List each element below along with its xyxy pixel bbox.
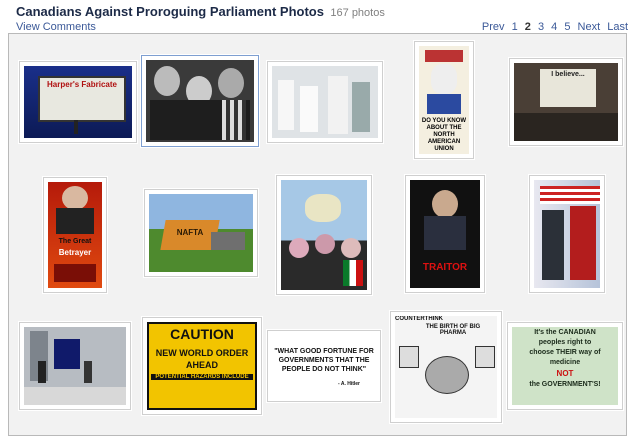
- next-link[interactable]: Next: [578, 21, 601, 33]
- sign-line-2: peoples right to: [538, 339, 592, 346]
- caution-title: CAUTION: [170, 326, 234, 342]
- sign-line-3: choose THEIR way of: [529, 349, 601, 356]
- poster-text: TRAITOR: [422, 262, 468, 273]
- pagination: Prev 1 2 3 4 5 Next Last: [478, 21, 628, 35]
- caution-line-4: POTENTIAL HAZARDS INCLUDE: [151, 374, 253, 380]
- caution-line-2: NEW WORLD ORDER: [155, 348, 249, 358]
- poster-line-2: Betrayer: [58, 248, 92, 257]
- poster-line-1: The Great: [58, 238, 92, 245]
- sign-line-6: the GOVERNMENT'S!: [529, 381, 601, 388]
- photo-thumbnail-4[interactable]: DO YOU KNOW ABOUT THE NORTH AMERICAN UNI…: [414, 41, 474, 159]
- quote-text: "WHAT GOOD FORTUNE FOR GOVERNMENTS THAT …: [274, 348, 374, 373]
- comic-title: THE BIRTH OF BIG PHARMA: [425, 324, 481, 336]
- last-link[interactable]: Last: [607, 21, 628, 33]
- photo-thumbnail-6[interactable]: The Great Betrayer: [43, 177, 107, 293]
- page-link-1[interactable]: 1: [512, 21, 518, 33]
- billboard-text: Harper's Fabricate: [47, 80, 117, 89]
- sign-text: I believe...: [551, 71, 585, 78]
- sign-line-1: It's the CANADIAN: [534, 329, 596, 336]
- photo-thumbnail-15[interactable]: It's the CANADIAN peoples right to choos…: [507, 322, 623, 410]
- comic-header: COUNTERTHINK: [395, 316, 443, 322]
- photo-grid: Harper's Fabricate DO YOU KNOW ABOUT THE…: [8, 33, 627, 436]
- page-link-3[interactable]: 3: [538, 21, 544, 33]
- photo-count: 167 photos: [330, 7, 385, 19]
- photo-thumbnail-2[interactable]: [141, 55, 259, 147]
- photo-thumbnail-12[interactable]: CAUTION NEW WORLD ORDER AHEAD POTENTIAL …: [142, 317, 262, 415]
- page-link-4[interactable]: 4: [551, 21, 557, 33]
- photo-thumbnail-9[interactable]: TRAITOR: [405, 175, 485, 293]
- quote-attribution: - A. Hitler: [337, 381, 361, 387]
- photo-thumbnail-8[interactable]: [276, 175, 372, 295]
- photo-thumbnail-7[interactable]: NAFTA: [144, 189, 258, 277]
- photo-thumbnail-14[interactable]: COUNTERTHINK THE BIRTH OF BIG PHARMA: [390, 311, 502, 423]
- page-link-5[interactable]: 5: [564, 21, 570, 33]
- photo-thumbnail-1[interactable]: Harper's Fabricate: [19, 61, 137, 143]
- photo-thumbnail-3[interactable]: [267, 61, 383, 143]
- sign-line-5: NOT: [556, 369, 574, 378]
- bulldozer-text: NAFTA: [176, 228, 204, 237]
- view-comments-link[interactable]: View Comments: [16, 21, 96, 33]
- prev-link[interactable]: Prev: [482, 21, 505, 33]
- poster-text: DO YOU KNOW ABOUT THE NORTH AMERICAN UNI…: [421, 118, 467, 152]
- photo-thumbnail-13[interactable]: "WHAT GOOD FORTUNE FOR GOVERNMENTS THAT …: [267, 330, 381, 402]
- album-title[interactable]: Canadians Against Proroguing Parliament …: [16, 4, 324, 19]
- caution-line-3: AHEAD: [185, 360, 218, 370]
- photo-thumbnail-11[interactable]: [19, 322, 131, 410]
- photo-thumbnail-10[interactable]: [529, 175, 605, 293]
- photo-thumbnail-5[interactable]: I believe...: [509, 58, 623, 146]
- sign-line-4: medicine: [549, 359, 581, 366]
